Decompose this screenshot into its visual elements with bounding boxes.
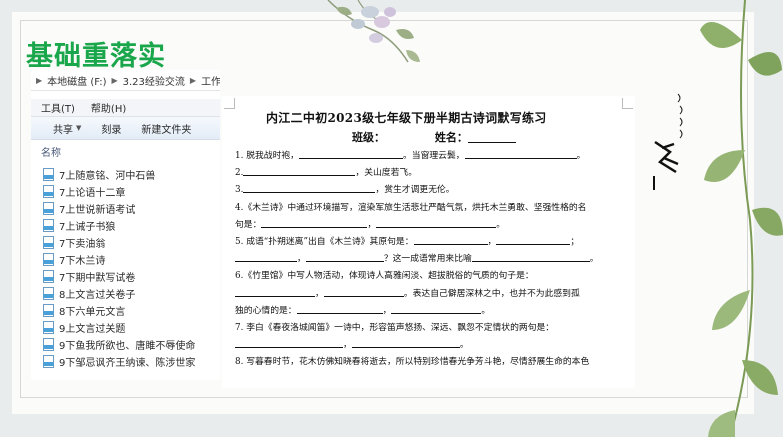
answer-blank: [235, 253, 297, 263]
file-list: 7上随意铭、河中石兽 7上论语十二章 7上世说新语考试 7上诫子书狼 7下卖油翁…: [31, 166, 220, 370]
pdf-file-icon: [43, 219, 54, 232]
file-name: 7下木兰诗: [59, 256, 106, 267]
document-title: 内江二中初2023级七年级下册半期古诗词默写练习: [266, 111, 547, 125]
new-folder-button[interactable]: 新建文件夹: [141, 121, 191, 136]
chevron-down-icon: ▼: [76, 124, 82, 132]
class-label: 班级：: [352, 131, 385, 144]
name-blank: [467, 141, 516, 143]
question-3: 3. ，赏生才调更无伦。: [235, 184, 455, 196]
answer-blank: [496, 236, 571, 246]
file-item[interactable]: 7上世说新语考试: [31, 200, 220, 217]
pdf-file-icon: [43, 355, 54, 368]
handwritten-marks-icon: [653, 93, 683, 190]
pdf-file-icon: [43, 287, 54, 300]
file-name: 7下期中默写试卷: [59, 273, 136, 284]
document-preview: 内江二中初2023级七年级下册半期古诗词默写练习 班级： 姓名： 1. 脱我战时…: [222, 96, 635, 388]
file-name: 7上世说新语考试: [59, 205, 136, 216]
file-name: 9下邹忌讽齐王纳谏、陈涉世家: [59, 358, 196, 369]
answer-blank: [261, 219, 368, 228]
share-button[interactable]: 共享 ▼: [53, 121, 81, 136]
file-name: 7上随意铭、河中石兽: [59, 171, 156, 182]
pdf-file-icon: [43, 270, 54, 283]
breadcrumb: ▶ 本地磁盘 (F:) ▶ 3.23经验交流 ▶ 工作3: [31, 70, 220, 91]
file-item[interactable]: 9下邹忌讽齐王纳谏、陈涉世家: [31, 353, 220, 370]
file-item[interactable]: 7上随意铭、河中石兽: [31, 166, 220, 183]
question-8: 8. 写暮春时节，花木仿佛知晓春将逝去，所以特别珍惜春光争芳斗艳，尽情舒展生命的…: [235, 357, 590, 368]
pdf-file-icon: [43, 185, 54, 198]
answer-blank: [413, 236, 488, 246]
answer-blank: [298, 150, 403, 159]
breadcrumb-item[interactable]: 本地磁盘 (F:): [47, 73, 106, 88]
question-7: 7. 李白《春夜洛城闻笛》一诗中，形容笛声悠扬、深远、飘忽不定情状的两句是： ，…: [235, 323, 555, 351]
menu-tools[interactable]: 工具(T): [41, 100, 75, 115]
document-subheader: 班级： 姓名：: [352, 129, 516, 145]
file-name: 8下六单元文言: [59, 307, 126, 318]
answer-blank: [296, 305, 383, 314]
question-6: 6.《竹里馆》中写人物活动，体现诗人高雅闲淡、超拔脱俗的气质的句子是： ，。表达…: [235, 271, 580, 316]
answer-blank: [471, 253, 590, 263]
menu-bar: 工具(T) 帮助(H): [31, 99, 220, 117]
question-5: 5. 成语“扑朔迷离”出自《木兰诗》其原句是：，； ，？这一成语常用来比喻。: [235, 236, 599, 265]
name-label: 姓名：: [434, 131, 468, 144]
file-item[interactable]: 7上诫子书狼: [31, 217, 220, 234]
question-list: 1. 脱我战时袍， 。当窗理云鬓，。 2. ，关山度若飞。 3. ，赏生才调更无伦。 …: [235, 148, 631, 372]
breadcrumb-item[interactable]: 工作3: [201, 73, 220, 88]
answer-blank: [235, 339, 343, 349]
pdf-file-icon: [43, 321, 54, 334]
flower-illustration: [327, 0, 420, 63]
menu-help[interactable]: 帮助(H): [91, 100, 126, 115]
chevron-right-icon: ▶: [189, 75, 197, 85]
file-item[interactable]: 8下六单元文言: [31, 302, 220, 319]
answer-blank: [235, 288, 315, 297]
chevron-right-icon: ▶: [111, 75, 118, 85]
pdf-file-icon: [43, 253, 54, 266]
answer-blank: [351, 339, 460, 349]
pdf-file-icon: [43, 338, 54, 351]
file-item[interactable]: 8上文言过关卷子: [31, 285, 220, 302]
file-name: 9下鱼我所欲也、唐雎不辱使命: [59, 341, 196, 352]
file-item[interactable]: 7下卖油翁: [31, 234, 220, 251]
column-header-name[interactable]: 名称: [31, 140, 220, 162]
slide-title: 基础重落实: [26, 41, 166, 72]
chevron-right-icon: ▶: [36, 75, 43, 85]
question-4: 4.《木兰诗》中通过环境描写，渲染军旅生活悲壮严酷气氛，烘托木兰勇敢、坚强性格的…: [235, 202, 587, 230]
share-label: 共享: [53, 124, 73, 136]
answer-blank: [376, 219, 497, 228]
file-name: 7上论语十二章: [59, 188, 126, 199]
file-item[interactable]: 9上文言过关题: [31, 319, 220, 336]
question-1: 1. 脱我战时袍， 。当窗理云鬓，。: [235, 150, 586, 161]
pdf-file-icon: [43, 304, 54, 317]
file-name: 7上诫子书狼: [59, 222, 116, 233]
file-item[interactable]: 7下期中默写试卷: [31, 268, 220, 285]
crop-mark: [224, 98, 235, 109]
leaf-illustration: [700, 0, 783, 437]
pdf-file-icon: [43, 236, 54, 249]
answer-blank: [243, 184, 376, 194]
file-item[interactable]: 7上论语十二章: [31, 183, 220, 200]
file-explorer-window: ▶ 本地磁盘 (F:) ▶ 3.23经验交流 ▶ 工作3 工具(T) 帮助(H)…: [31, 70, 220, 380]
answer-blank: [243, 167, 356, 177]
pdf-file-icon: [43, 168, 54, 181]
file-name: 9上文言过关题: [59, 324, 126, 335]
file-name: 7下卖油翁: [59, 239, 106, 250]
answer-blank: [305, 253, 384, 263]
answer-blank: [323, 288, 404, 297]
answer-blank: [464, 150, 577, 159]
toolbar: 共享 ▼ 刻录 新建文件夹: [31, 117, 220, 140]
crop-mark: [622, 98, 633, 109]
file-item[interactable]: 7下木兰诗: [31, 251, 220, 268]
question-2: 2. ，关山度若飞。: [235, 167, 417, 179]
file-item[interactable]: 9下鱼我所欲也、唐雎不辱使命: [31, 336, 220, 353]
answer-blank: [391, 305, 482, 314]
burn-button[interactable]: 刻录: [101, 121, 121, 136]
pdf-file-icon: [43, 202, 54, 215]
breadcrumb-item[interactable]: 3.23经验交流: [123, 73, 185, 88]
file-name: 8上文言过关卷子: [59, 290, 136, 301]
